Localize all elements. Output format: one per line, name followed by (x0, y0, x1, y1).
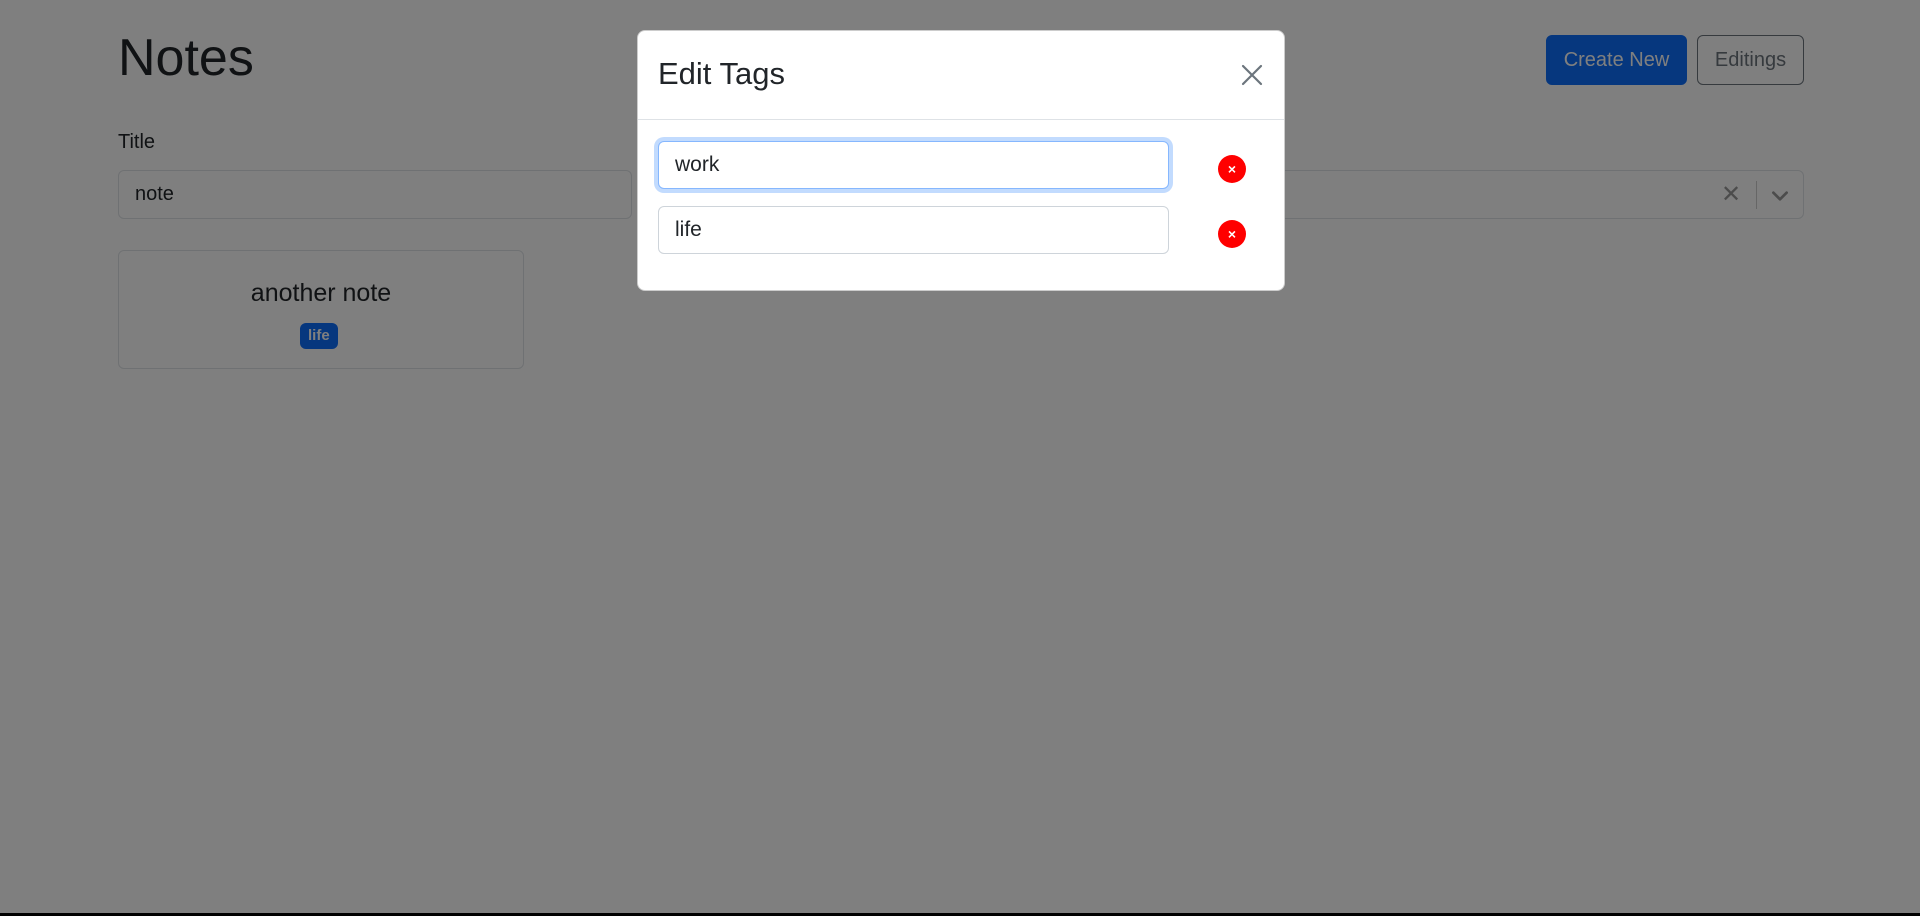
notes-page: Notes Create New Editings Title note ✕ a… (0, 0, 1920, 916)
edit-tags-modal: Edit Tags work × life × (637, 30, 1285, 291)
modal-title: Edit Tags (658, 56, 785, 91)
tag-input-life[interactable]: life (658, 206, 1169, 254)
tag-input-work[interactable]: work (658, 141, 1169, 189)
modal-header: Edit Tags (638, 31, 1284, 120)
close-icon[interactable] (1236, 59, 1268, 91)
remove-icon[interactable]: × (1218, 220, 1246, 248)
remove-icon[interactable]: × (1218, 155, 1246, 183)
